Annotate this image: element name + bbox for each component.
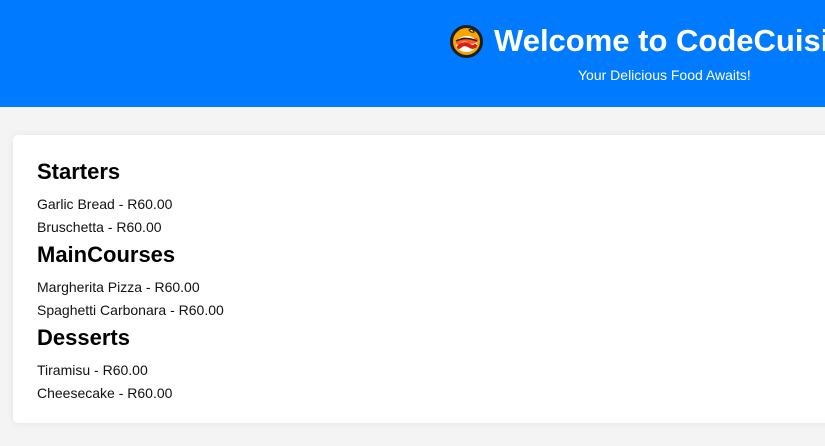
menu-section-starters: Starters Garlic Bread - R60.00 Bruschett…: [37, 159, 825, 239]
menu-item: Margherita Pizza - R60.00: [37, 279, 200, 295]
menu-section-main-courses: MainCourses Margherita Pizza - R60.00 Sp…: [37, 242, 825, 322]
menu-item: Garlic Bread - R60.00: [37, 196, 173, 212]
menu-item: Spaghetti Carbonara - R60.00: [37, 302, 224, 318]
page-title-row: Welcome to CodeCuisine: [449, 22, 825, 60]
menu-item: Bruschetta - R60.00: [37, 219, 162, 235]
desserts-list: Tiramisu - R60.00 Cheesecake - R60.00: [37, 359, 825, 405]
menu-item: Cheesecake - R60.00: [37, 385, 173, 401]
page-title: Welcome to CodeCuisine: [494, 23, 825, 58]
menu-section-desserts: Desserts Tiramisu - R60.00 Cheesecake - …: [37, 325, 825, 405]
menu-card: Starters Garlic Bread - R60.00 Bruschett…: [13, 135, 825, 423]
page-header: Welcome to CodeCuisine Your Delicious Fo…: [0, 0, 825, 107]
section-title-main-courses: MainCourses: [37, 242, 176, 267]
starters-list: Garlic Bread - R60.00 Bruschetta - R60.0…: [37, 193, 825, 239]
section-title-starters: Starters: [37, 159, 121, 184]
section-title-desserts: Desserts: [37, 325, 130, 350]
main-courses-list: Margherita Pizza - R60.00 Spaghetti Carb…: [37, 276, 825, 322]
noodle-bowl-icon: [449, 24, 484, 59]
page-subtitle: Your Delicious Food Awaits!: [578, 67, 751, 83]
menu-item: Tiramisu - R60.00: [37, 362, 148, 378]
